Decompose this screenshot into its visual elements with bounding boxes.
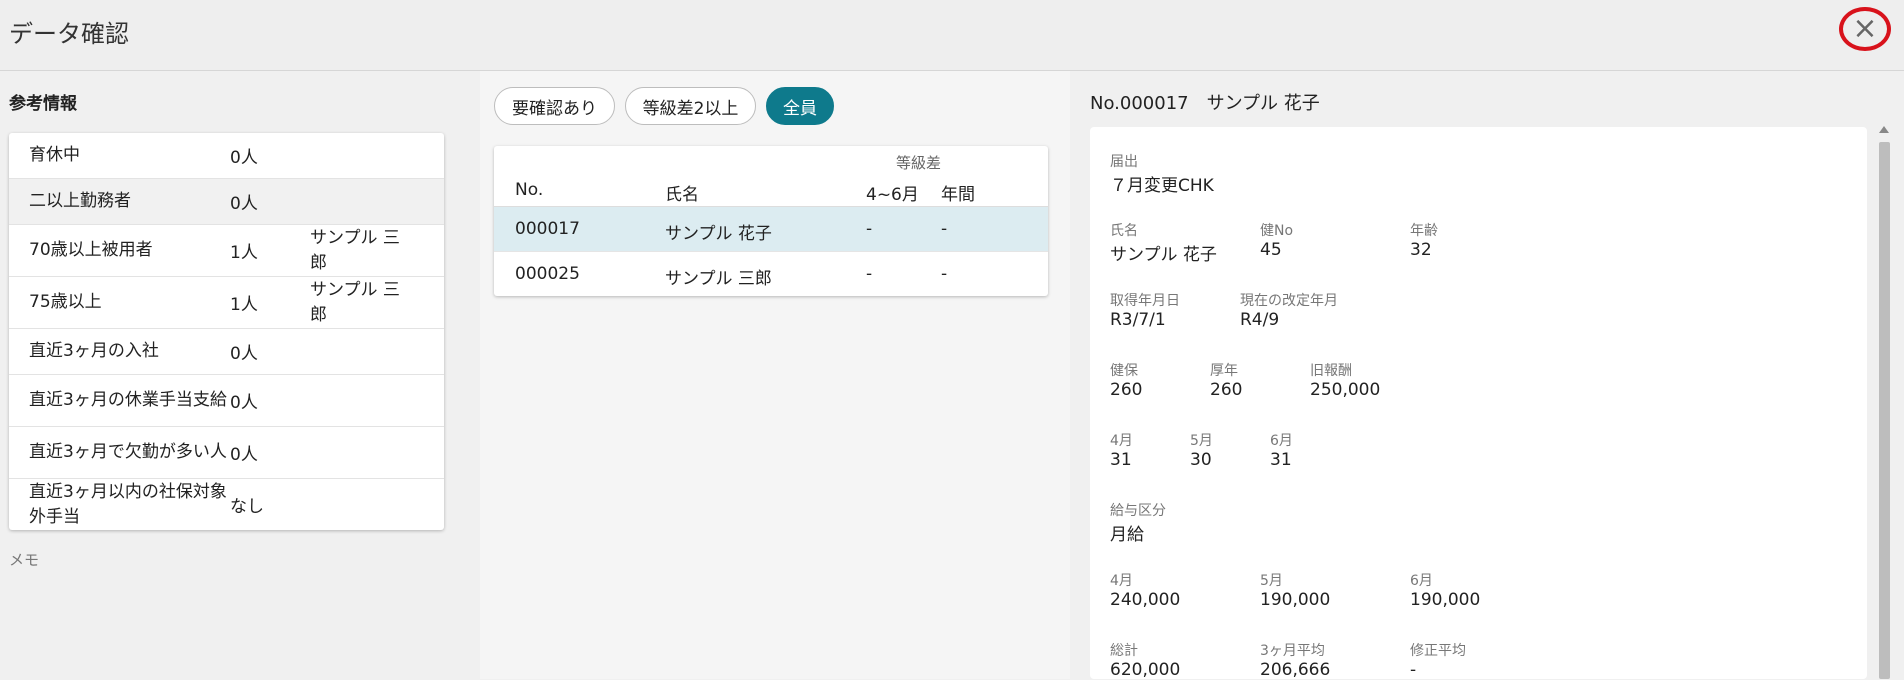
old-pay-label: 旧報酬 [1310,363,1352,379]
name-label: 氏名 [1110,223,1138,239]
reference-label: 二以上勤務者 [29,191,131,211]
revision-label: 現在の改定年月 [1240,293,1338,309]
col-name-header: 氏名 [665,185,699,205]
scroll-up-icon[interactable] [1879,126,1889,133]
kenpo-value: 260 [1110,380,1143,400]
page-title: データ確認 [9,20,129,48]
row-annual: - [941,219,948,239]
notice-value: ７月変更CHK [1110,176,1214,196]
filter-all-button[interactable]: 全員 [766,87,834,125]
reference-panel: 参考情報 育休中 0人 二以上勤務者 0人 70歳以上被用者 1人 サンプル 三… [0,71,480,679]
col-annual-header: 年間 [941,185,975,205]
reference-row: 70歳以上被用者 1人 サンプル 三郎 [9,225,444,277]
employee-table: 等級差 No. 氏名 4~6月 年間 000017 サンプル 花子 - - 00… [494,146,1048,296]
salary-type-value: 月給 [1110,525,1144,545]
age-label: 年齢 [1410,223,1438,239]
table-header: 等級差 No. 氏名 4~6月 年間 [494,146,1048,207]
reference-value: 1人 [230,243,258,263]
avg-label: 3ヶ月平均 [1260,643,1325,659]
kenno-value: 45 [1260,240,1282,260]
acquired-value: R3/7/1 [1110,310,1166,330]
avg-value: 206,666 [1260,660,1331,680]
row-no: 000017 [515,219,580,239]
old-pay-value: 250,000 [1310,380,1381,400]
acquired-label: 取得年月日 [1110,293,1180,309]
reference-label: 直近3ヶ月で欠勤が多い人 [29,442,227,462]
detail-card: 届出 ７月変更CHK 氏名 サンプル 花子 健No 45 年齢 32 取得年月日… [1090,127,1867,680]
reference-extra: サンプル 三郎 [310,227,400,273]
kounen-value: 260 [1210,380,1243,400]
col-apr-jun-header: 4~6月 [866,185,919,205]
employee-list-panel: 要確認あり 等級差2以上 全員 等級差 No. 氏名 4~6月 年間 00001… [480,71,1070,679]
days-jun-label: 6月 [1270,433,1293,449]
table-row[interactable]: 000017 サンプル 花子 - - [494,207,1048,252]
reference-row: 直近3ヶ月以内の社保対象外手当 なし [9,479,444,530]
pay-apr-label: 4月 [1110,573,1133,589]
filter-needs-check-button[interactable]: 要確認あり [494,87,615,125]
row-apr-jun: - [866,219,873,239]
reference-row: 直近3ヶ月で欠勤が多い人 0人 [9,427,444,479]
col-no-header: No. [515,180,544,200]
days-jun-value: 31 [1270,450,1292,470]
reference-value: なし [230,497,264,517]
grade-diff-header: 等級差 [896,154,942,172]
reference-row: 二以上勤務者 0人 [9,179,444,225]
title-bar: データ確認 × [0,0,1904,71]
reference-value: 0人 [230,194,258,214]
kounen-label: 厚年 [1210,363,1238,379]
reference-label: 直近3ヶ月の入社 [29,341,159,361]
table-row[interactable]: 000025 サンプル 三郎 - - [494,252,1048,296]
days-apr-label: 4月 [1110,433,1133,449]
notice-label: 届出 [1110,154,1138,170]
reference-label: 直近3ヶ月以内の社保対象外手当 [29,481,227,527]
reference-row: 直近3ヶ月の入社 0人 [9,329,444,375]
filter-grade-diff-button[interactable]: 等級差2以上 [625,87,756,125]
reference-label: 70歳以上被用者 [29,240,153,260]
reference-extra: サンプル 三郎 [310,279,400,325]
reference-label: 育休中 [29,145,80,165]
reference-value: 0人 [230,445,258,465]
row-apr-jun: - [866,264,873,284]
detail-header: No.000017 サンプル 花子 [1090,93,1320,114]
name-value: サンプル 花子 [1110,245,1217,265]
total-label: 総計 [1110,643,1138,659]
reference-label: 直近3ヶ月の休業手当支給 [29,390,227,410]
reference-value: 1人 [230,295,258,315]
days-apr-value: 31 [1110,450,1132,470]
adj-label: 修正平均 [1410,643,1466,659]
adj-value: - [1410,660,1417,680]
reference-row: 75歳以上 1人 サンプル 三郎 [9,277,444,329]
row-no: 000025 [515,264,580,284]
pay-may-value: 190,000 [1260,590,1331,610]
pay-apr-value: 240,000 [1110,590,1181,610]
row-name: サンプル 花子 [665,224,772,244]
memo-label: メモ [9,551,40,569]
row-name: サンプル 三郎 [665,269,772,289]
close-button[interactable]: × [1839,7,1891,51]
revision-value: R4/9 [1240,310,1280,330]
reference-table: 育休中 0人 二以上勤務者 0人 70歳以上被用者 1人 サンプル 三郎 75歳… [9,133,444,530]
pay-may-label: 5月 [1260,573,1283,589]
close-icon: × [1852,11,1878,46]
pay-jun-value: 190,000 [1410,590,1481,610]
reference-label: 75歳以上 [29,292,102,312]
reference-value: 0人 [230,393,258,413]
reference-value: 0人 [230,148,258,168]
age-value: 32 [1410,240,1432,260]
reference-row: 直近3ヶ月の休業手当支給 0人 [9,375,444,427]
reference-title: 参考情報 [9,94,77,114]
row-annual: - [941,264,948,284]
salary-type-label: 給与区分 [1110,503,1166,519]
kenno-label: 健No [1260,223,1294,239]
days-may-value: 30 [1190,450,1212,470]
kenpo-label: 健保 [1110,363,1138,379]
pay-jun-label: 6月 [1410,573,1433,589]
total-value: 620,000 [1110,660,1181,680]
reference-value: 0人 [230,344,258,364]
days-may-label: 5月 [1190,433,1213,449]
scrollbar-thumb[interactable] [1879,142,1890,679]
reference-row: 育休中 0人 [9,133,444,179]
